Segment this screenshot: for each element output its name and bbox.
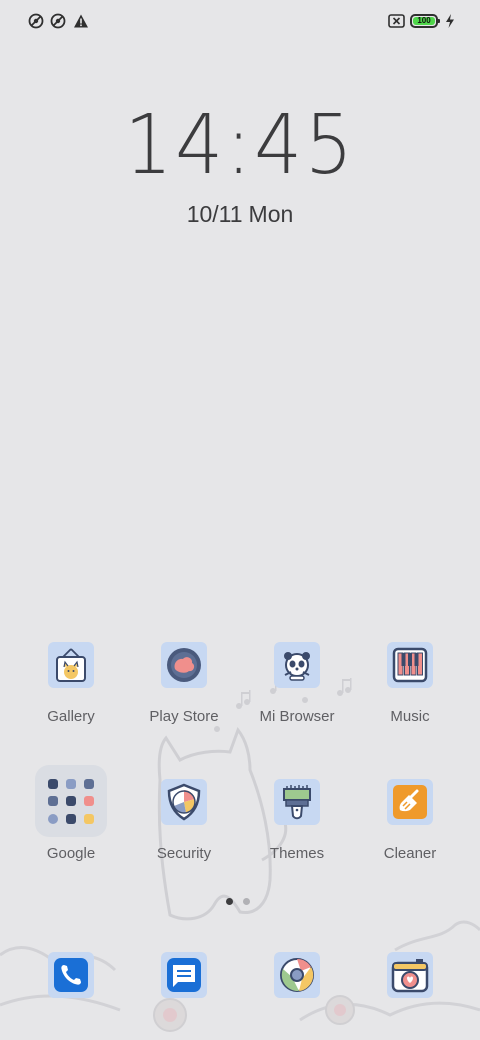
app-label: Gallery [47,708,95,725]
cleaner-icon [387,779,433,825]
date-widget[interactable]: 10/11 Mon [0,201,480,228]
date-text: 10/11 [186,201,243,227]
security-icon [161,779,207,825]
app-themes[interactable]: Themes [241,779,353,862]
play-store-icon [161,642,207,688]
battery-level: 100 [413,17,435,25]
page-dot-active [226,898,233,905]
messages-icon [161,952,207,998]
chrome-icon [274,952,320,998]
phone-icon [48,952,94,998]
dock-messages[interactable] [128,952,240,998]
weekday-text: Mon [248,201,294,227]
themes-icon [274,779,320,825]
clock-widget[interactable]: 14:45 [19,98,461,193]
folder-icon [35,765,107,837]
app-label: Google [46,845,96,862]
music-icon [387,642,433,688]
camera-icon [387,952,433,998]
gallery-icon [48,642,94,688]
app-music[interactable]: Music [354,642,466,725]
status-bar: 100 [0,0,480,44]
app-security[interactable]: Security [128,779,240,862]
dock-phone[interactable] [15,952,127,998]
charging-icon [446,14,454,28]
app-label: Music [390,708,430,725]
app-play-store[interactable]: Play Store [128,642,240,725]
app-gallery[interactable]: Gallery [15,642,127,725]
app-mi-browser[interactable]: Mi Browser [241,642,353,725]
page-dot [243,898,250,905]
no-sim-icon [388,14,405,28]
browser-icon [274,642,320,688]
app-label: Security [156,845,212,862]
folder-google[interactable]: Google [15,765,127,862]
battery-icon: 100 [410,14,440,28]
no-signal-icon [28,13,44,29]
app-cleaner[interactable]: Cleaner [354,779,466,862]
dock-camera[interactable] [354,952,466,998]
alert-icon [74,14,88,28]
app-label: Cleaner [383,845,437,862]
no-signal-icon [50,13,66,29]
app-label: Mi Browser [259,708,335,725]
app-label: Themes [269,845,325,862]
app-label: Play Store [149,708,219,725]
dock-chrome[interactable] [241,952,353,998]
